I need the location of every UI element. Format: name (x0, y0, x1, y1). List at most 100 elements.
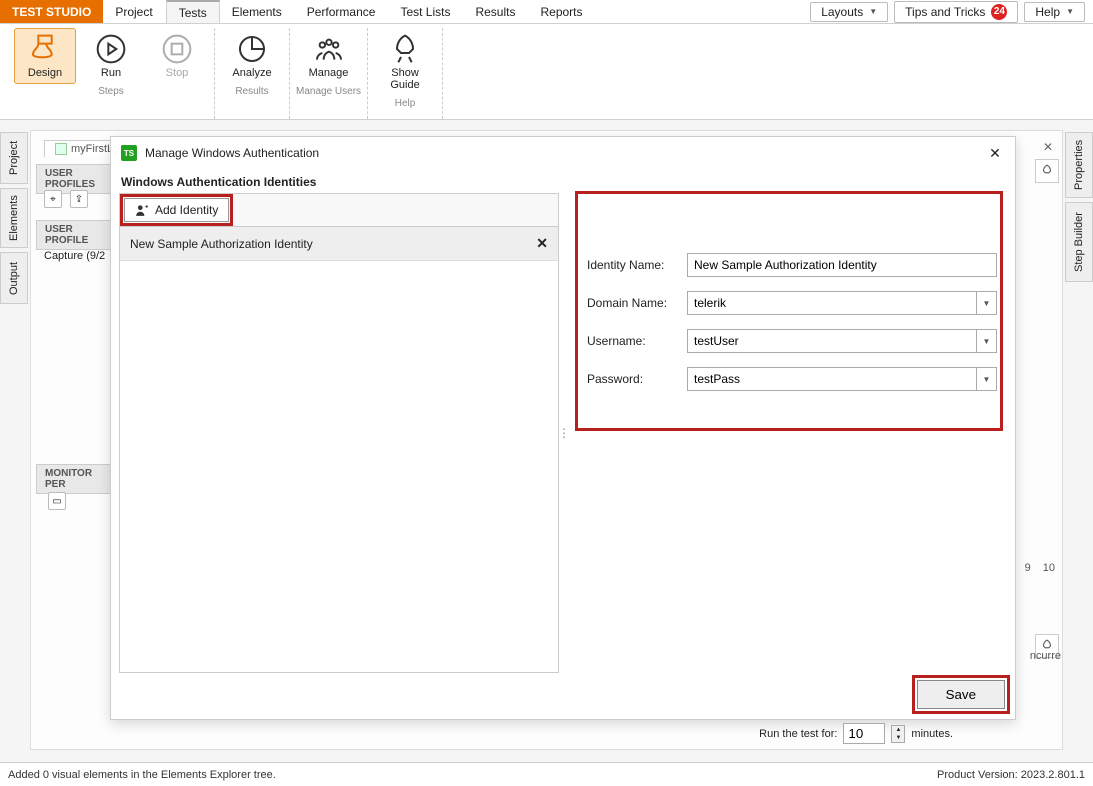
run-for-spinner: ▲ ▼ (891, 725, 905, 743)
document-icon (55, 143, 67, 155)
chevron-down-icon: ▼ (1066, 7, 1074, 16)
panel-user-profile: USER PROFILE (36, 220, 114, 250)
export-icon[interactable]: ⇪ (70, 190, 88, 208)
run-for-control: Run the test for: ▲ ▼ minutes. (759, 723, 953, 744)
close-document-button[interactable]: ✕ (1043, 140, 1053, 154)
sidetab-properties[interactable]: Properties (1065, 132, 1093, 198)
profile-toolbar: ⌖ ⇪ (44, 190, 88, 208)
piechart-icon (236, 33, 268, 65)
add-identity-button[interactable]: Add Identity (124, 198, 229, 222)
chevron-down-icon: ▼ (983, 299, 991, 308)
user-plus-icon (135, 203, 149, 217)
dialog-titlebar: TS Manage Windows Authentication ✕ (111, 137, 1015, 169)
identities-list: Add Identity New Sample Authorization Id… (119, 193, 559, 673)
ribbon-analyze-label: Analyze (232, 67, 271, 79)
tips-badge: 24 (991, 4, 1007, 20)
identity-form: Identity Name: Domain Name: ▼ Username: … (569, 193, 1015, 673)
monitor-icon[interactable]: ▭ (48, 492, 66, 510)
numbers-readout: 9 10 (1025, 562, 1055, 574)
ribbon-manage-button[interactable]: Manage (298, 28, 360, 84)
domain-name-label: Domain Name: (587, 296, 687, 310)
add-identity-label: Add Identity (155, 203, 218, 217)
ribbon-group-help: Help (395, 96, 416, 113)
num-2: 10 (1043, 562, 1055, 574)
save-button[interactable]: Save (917, 680, 1005, 709)
ribbon-stop-label: Stop (166, 67, 189, 79)
username-dropdown[interactable]: ▼ (977, 329, 997, 353)
chevron-down-icon: ▼ (983, 375, 991, 384)
ribbon: Design Run Stop Steps Analyze Results (0, 24, 1093, 120)
dialog-title: Manage Windows Authentication (145, 146, 319, 160)
help-dropdown[interactable]: Help ▼ (1024, 2, 1085, 22)
users-icon (313, 33, 345, 65)
spinner-down[interactable]: ▼ (892, 734, 904, 742)
ribbon-stop-button[interactable]: Stop (146, 28, 208, 84)
tab-project[interactable]: Project (103, 0, 165, 23)
tab-reports[interactable]: Reports (528, 0, 595, 23)
chevron-down-icon: ▼ (869, 7, 877, 16)
menu-bar: TEST STUDIO Project Tests Elements Perfo… (0, 0, 1093, 24)
status-message: Added 0 visual elements in the Elements … (8, 769, 276, 781)
panel-monitor: MONITOR PER (36, 464, 114, 494)
sidetab-project[interactable]: Project (0, 132, 28, 184)
tab-elements[interactable]: Elements (220, 0, 295, 23)
product-version: Product Version: 2023.2.801.1 (937, 769, 1085, 781)
username-input[interactable] (687, 329, 977, 353)
delete-identity-button[interactable]: ✕ (536, 235, 548, 252)
stop-icon (161, 33, 193, 65)
username-label: Username: (587, 334, 687, 348)
identity-name-label: Identity Name: (587, 258, 687, 272)
run-for-unit: minutes. (911, 728, 953, 740)
status-bar: Added 0 visual elements in the Elements … (0, 762, 1093, 786)
identity-name-input[interactable] (687, 253, 997, 277)
sidetab-stepbuilder[interactable]: Step Builder (1065, 202, 1093, 282)
brand-label: TEST STUDIO (0, 0, 103, 23)
rocket-icon (1040, 164, 1054, 178)
domain-name-input[interactable] (687, 291, 977, 315)
rocket-icon (389, 33, 421, 65)
identity-item-label: New Sample Authorization Identity (130, 237, 313, 251)
main-tabs: Project Tests Elements Performance Test … (103, 0, 595, 23)
password-input[interactable] (687, 367, 977, 391)
run-for-label: Run the test for: (759, 728, 837, 740)
ribbon-guide-label: Show Guide (390, 67, 419, 91)
chevron-down-icon: ▼ (983, 337, 991, 346)
ribbon-run-button[interactable]: Run (80, 28, 142, 84)
tab-results[interactable]: Results (463, 0, 528, 23)
splitter-handle[interactable]: ⋮ (559, 193, 569, 673)
dialog-subtitle: Windows Authentication Identities (111, 169, 1015, 193)
ncurre-text: ncurre (1030, 650, 1061, 662)
layouts-dropdown[interactable]: Layouts ▼ (810, 2, 888, 22)
tab-performance[interactable]: Performance (295, 0, 389, 23)
sidetab-output[interactable]: Output (0, 252, 28, 304)
ribbon-group-steps: Steps (98, 84, 124, 101)
brush-icon (29, 33, 61, 65)
help-label: Help (1035, 5, 1060, 19)
ribbon-design-button[interactable]: Design (14, 28, 76, 84)
manage-auth-dialog: TS Manage Windows Authentication ✕ Windo… (110, 136, 1016, 720)
monitor-toolbar: ▭ (48, 492, 66, 510)
ribbon-guide-button[interactable]: Show Guide (374, 28, 436, 96)
rocket-shortcut[interactable] (1035, 159, 1059, 183)
tips-button[interactable]: Tips and Tricks 24 (894, 1, 1018, 23)
tab-tests[interactable]: Tests (166, 0, 220, 23)
ribbon-group-results: Results (235, 84, 268, 101)
ribbon-design-label: Design (28, 67, 62, 79)
capture-item[interactable]: Capture (9/2 (44, 250, 105, 262)
menu-right: Layouts ▼ Tips and Tricks 24 Help ▼ (810, 0, 1093, 23)
close-button[interactable]: ✕ (985, 143, 1005, 163)
layouts-label: Layouts (821, 5, 863, 19)
ribbon-group-users: Manage Users (296, 84, 361, 101)
num-1: 9 (1025, 562, 1031, 574)
domain-dropdown[interactable]: ▼ (977, 291, 997, 315)
identity-list-item[interactable]: New Sample Authorization Identity ✕ (120, 227, 558, 261)
spinner-up[interactable]: ▲ (892, 726, 904, 734)
run-for-input[interactable] (843, 723, 885, 744)
camera-icon[interactable]: ⌖ (44, 190, 62, 208)
play-icon (95, 33, 127, 65)
sidetab-elements[interactable]: Elements (0, 188, 28, 248)
ribbon-analyze-button[interactable]: Analyze (221, 28, 283, 84)
password-dropdown[interactable]: ▼ (977, 367, 997, 391)
tab-testlists[interactable]: Test Lists (388, 0, 463, 23)
ribbon-run-label: Run (101, 67, 121, 79)
